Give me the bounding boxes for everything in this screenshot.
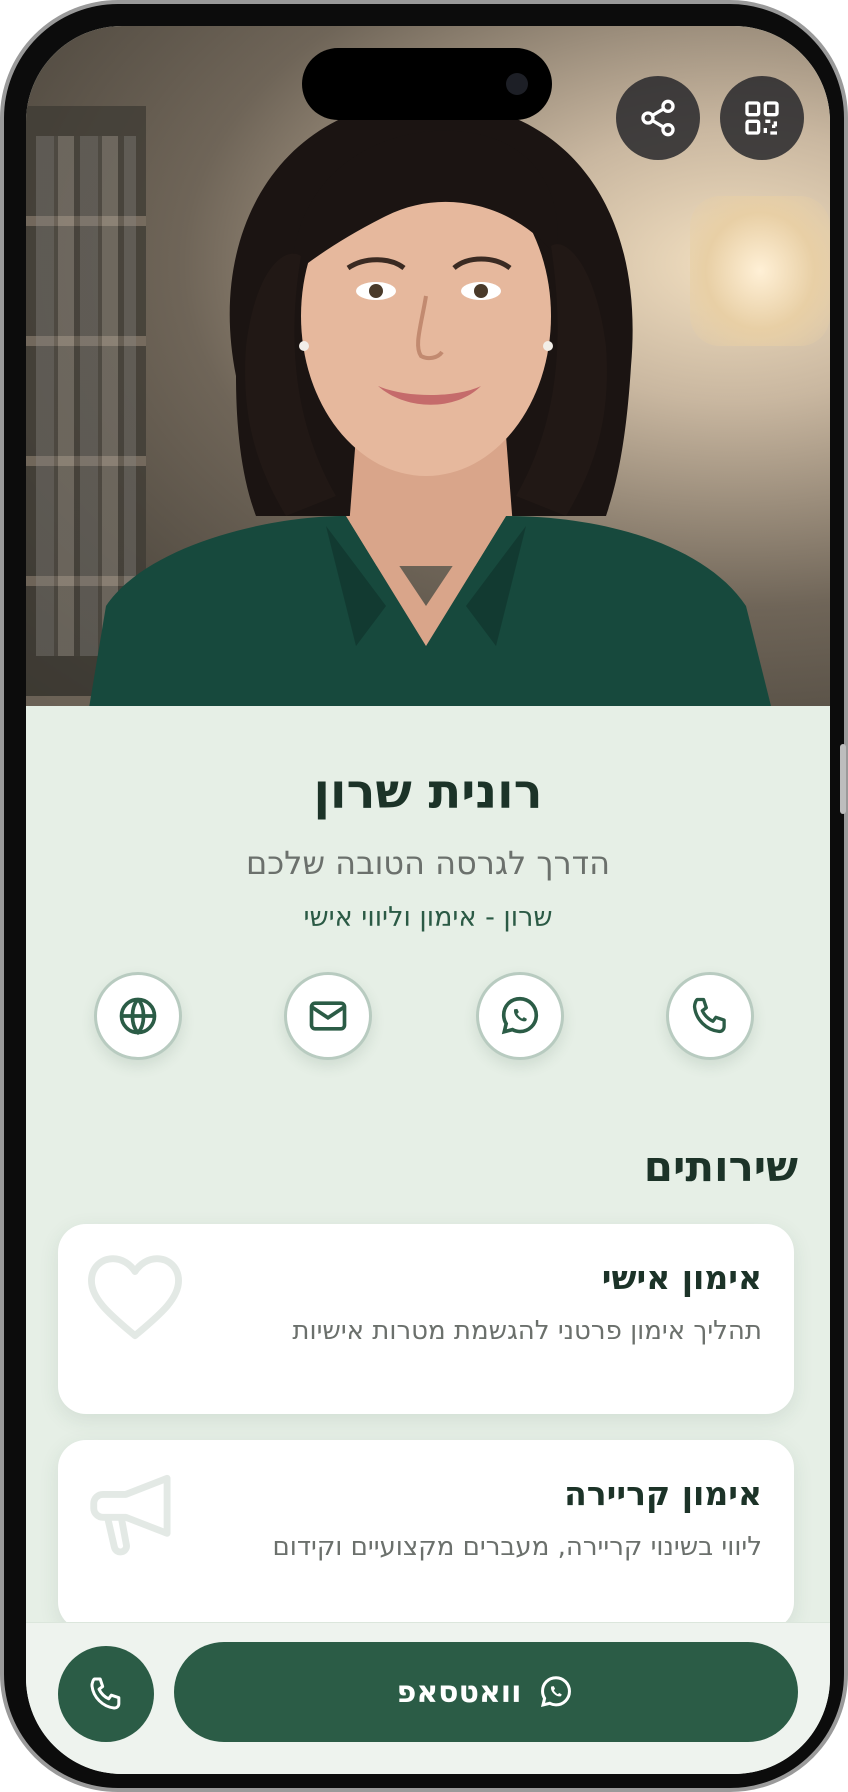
phone-icon xyxy=(692,997,726,1034)
whatsapp-cta-label: וואטסאפ xyxy=(396,1674,522,1710)
qr-code-button[interactable] xyxy=(720,76,804,160)
business-name: שרון - אימון וליווי אישי xyxy=(303,902,553,933)
screen: רונית שרון הדרך לגרסה הטובה שלכם שרון - … xyxy=(26,26,830,1774)
profile-tagline: הדרך לגרסה הטובה שלכם xyxy=(245,844,611,882)
whatsapp-cta-button[interactable]: וואטסאפ xyxy=(174,1642,798,1742)
profile-name: רונית שרון xyxy=(313,764,543,820)
service-title: אימון אישי xyxy=(601,1258,762,1297)
service-card-career-coaching[interactable]: אימון קריירה ליווי בשינוי קריירה, מעברים… xyxy=(58,1440,794,1630)
share-button[interactable] xyxy=(616,76,700,160)
services-title: שירותים xyxy=(643,1142,798,1191)
service-description: ליווי בשינוי קריירה, מעברים מקצועיים וקי… xyxy=(272,1532,762,1562)
service-description: תהליך אימון פרטני להגשמת מטרות אישיות xyxy=(292,1316,762,1346)
call-cta-button[interactable] xyxy=(58,1646,154,1742)
phone-button[interactable] xyxy=(666,972,754,1060)
share-icon xyxy=(641,99,675,137)
profile-photo xyxy=(26,26,830,706)
mail-icon xyxy=(309,1001,347,1031)
website-button[interactable] xyxy=(94,972,182,1060)
front-camera xyxy=(506,73,528,95)
whatsapp-icon xyxy=(501,996,539,1035)
phone-icon xyxy=(90,1677,121,1710)
heart-icon xyxy=(88,1255,182,1340)
email-button[interactable] xyxy=(284,972,372,1060)
dynamic-island xyxy=(302,48,552,120)
side-button xyxy=(840,744,846,814)
phone-frame: רונית שרון הדרך לגרסה הטובה שלכם שרון - … xyxy=(0,0,848,1792)
service-title: אימון קריירה xyxy=(564,1474,762,1513)
portrait-illustration xyxy=(89,100,771,706)
whatsapp-button[interactable] xyxy=(476,972,564,1060)
qr-code-icon xyxy=(745,101,779,135)
service-card-personal-coaching[interactable]: אימון אישי תהליך אימון פרטני להגשמת מטרו… xyxy=(58,1224,794,1414)
globe-icon xyxy=(119,997,157,1036)
megaphone-icon xyxy=(90,1474,171,1556)
whatsapp-icon xyxy=(541,1676,572,1708)
